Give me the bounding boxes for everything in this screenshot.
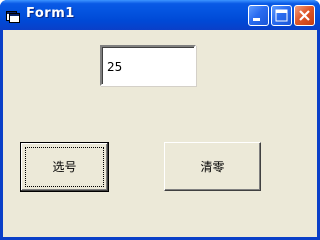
window-title: Form1 xyxy=(26,6,75,21)
minimize-icon xyxy=(253,18,260,21)
maximize-icon xyxy=(275,9,288,22)
select-number-button[interactable]: 选号 xyxy=(20,142,109,192)
maximize-button[interactable] xyxy=(271,5,292,26)
select-number-label: 选号 xyxy=(52,160,77,174)
number-textbox[interactable] xyxy=(100,45,196,86)
minimize-button[interactable] xyxy=(248,5,269,26)
vb-form-icon xyxy=(6,8,20,23)
title-bar[interactable]: Form1 xyxy=(0,0,320,30)
form1-window: Form1 选号 清零 xyxy=(0,0,320,240)
clear-button[interactable]: 清零 xyxy=(164,142,261,191)
clear-label: 清零 xyxy=(200,159,225,174)
close-button[interactable] xyxy=(294,5,315,26)
close-icon xyxy=(299,10,310,21)
form-client-area: 选号 清零 xyxy=(3,30,317,237)
